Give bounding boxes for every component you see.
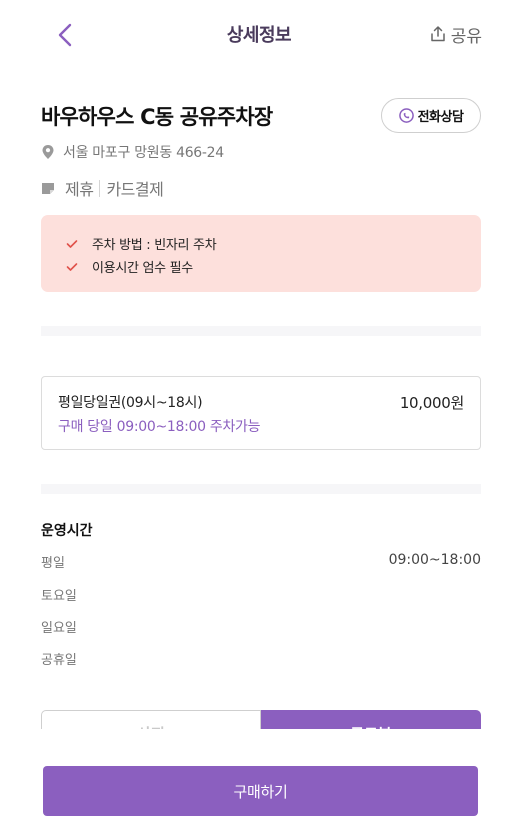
location-pin-icon [42,145,54,159]
tag-row: 제휴 카드결제 [41,176,164,200]
hours-day: 평일 [41,556,65,571]
phone-icon [398,108,414,123]
tag-card-payment: 카드결제 [106,180,164,199]
header-bar: 상세정보 공유 [0,0,518,70]
share-label: 공유 [450,26,482,47]
operating-hours-title: 운영시간 [41,523,93,539]
notice-item: 이용시간 엄수 필수 [66,255,481,278]
share-button[interactable]: 공유 [429,22,482,47]
notice-text: 이용시간 엄수 필수 [92,261,193,276]
hours-row-holiday: 공휴일 [41,649,481,669]
ticket-name: 평일당일권(09시~18시) [58,395,203,411]
notice-box: 주차 방법 : 빈자리 주차 이용시간 엄수 필수 [41,215,481,292]
address-text: 서울 마포구 망원동 466-24 [63,145,224,161]
address-row: 서울 마포구 망원동 466-24 [41,142,224,162]
share-icon [430,26,445,42]
hours-day: 일요일 [41,621,77,636]
section-divider [41,326,481,336]
media-tabs: 사진 로드뷰 [41,710,481,729]
hours-day: 공휴일 [41,653,77,668]
hours-row-weekday: 평일 09:00~18:00 [41,552,481,572]
call-consult-button[interactable]: 전화상담 [381,98,481,133]
hours-time: 09:00~18:00 [388,552,481,568]
hours-row-sunday: 일요일 [41,617,481,637]
tab-photo[interactable]: 사진 [41,710,261,729]
tab-roadview[interactable]: 로드뷰 [261,710,481,729]
call-consult-label: 전화상담 [417,110,464,125]
card-icon [42,183,54,194]
hours-day: 토요일 [41,589,77,604]
section-divider [41,484,481,494]
tag-divider [99,179,101,197]
notice-item: 주차 방법 : 빈자리 주차 [66,232,481,255]
check-icon [66,262,78,271]
ticket-description: 구매 당일 09:00~18:00 주차가능 [58,419,261,435]
parking-lot-name: 바우하우스 C동 공유주차장 [41,105,273,129]
hours-row-saturday: 토요일 [41,585,481,605]
check-icon [66,239,78,248]
purchase-button[interactable]: 구매하기 [43,766,478,816]
notice-text: 주차 방법 : 빈자리 주차 [92,238,217,253]
tag-partnership: 제휴 [65,180,94,199]
ticket-card[interactable]: 평일당일권(09시~18시) 10,000원 구매 당일 09:00~18:00… [41,376,481,450]
ticket-price: 10,000원 [399,394,464,412]
